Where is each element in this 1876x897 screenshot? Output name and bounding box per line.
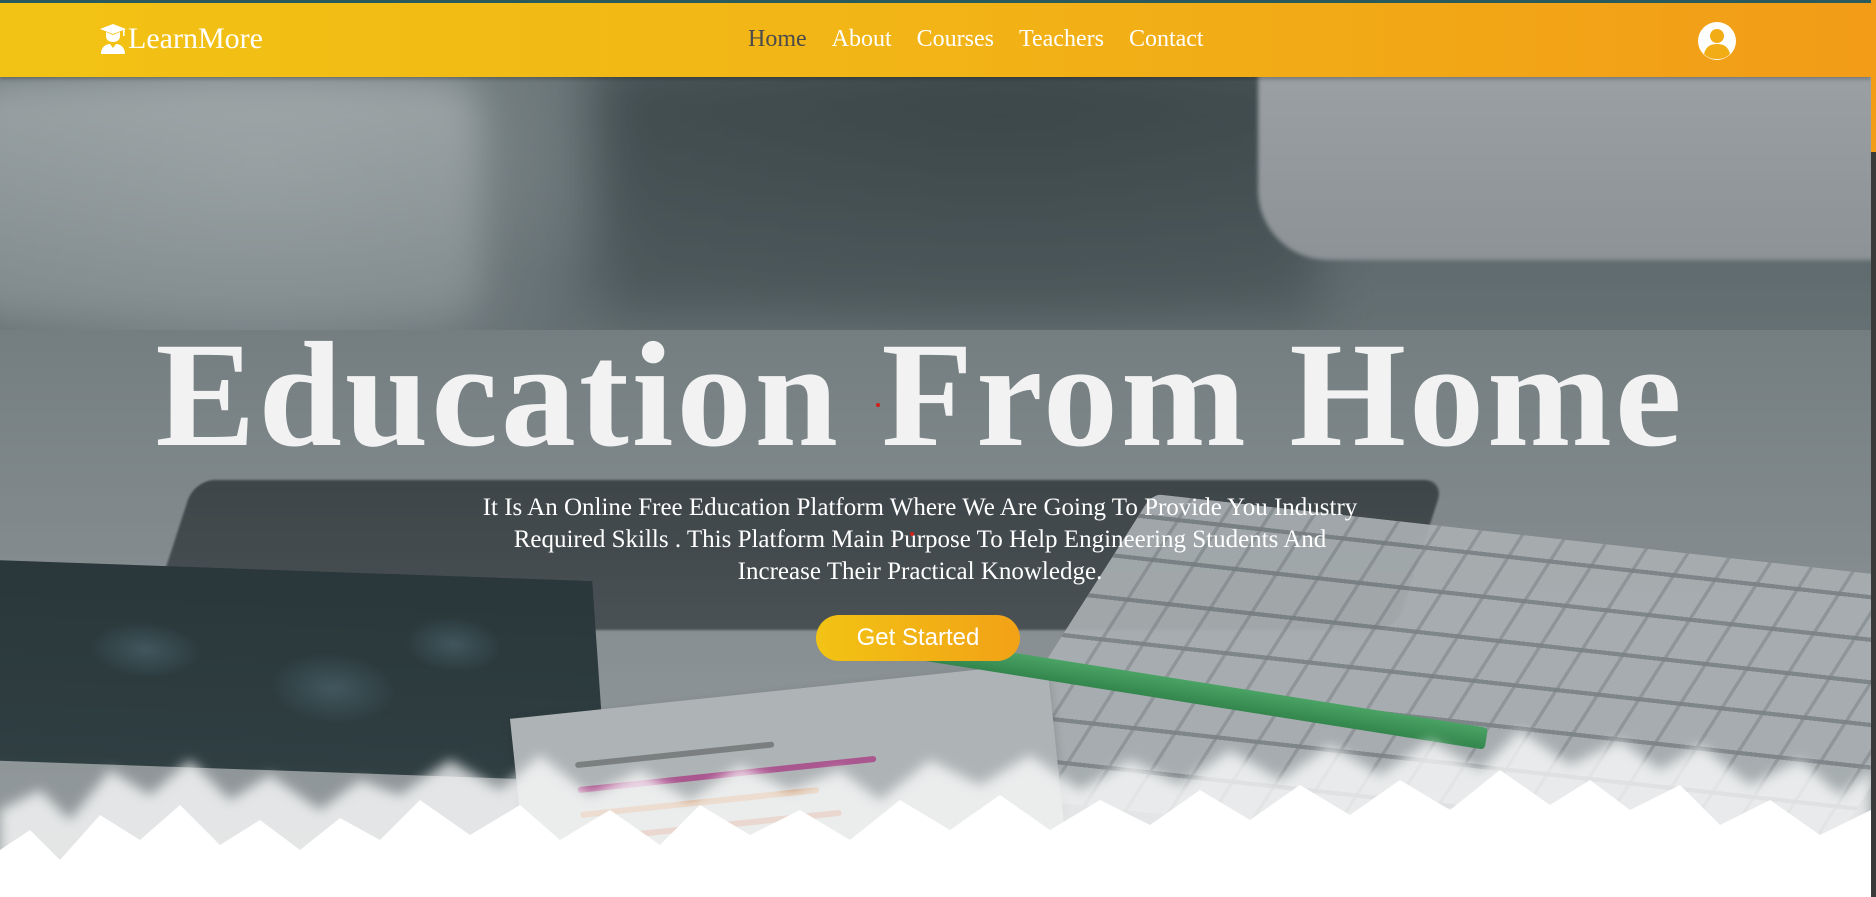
main-nav: Home About Courses Teachers Contact	[748, 26, 1229, 53]
navbar: LearnMore Home About Courses Teachers Co…	[0, 3, 1871, 77]
get-started-button[interactable]: Get Started	[816, 615, 1020, 661]
brand-logo[interactable]: LearnMore	[99, 20, 263, 58]
cursor-dot	[876, 403, 880, 407]
scrollbar-thumb[interactable]	[1871, 0, 1876, 152]
brand-name: LearnMore	[128, 22, 263, 55]
user-circle-icon[interactable]	[1697, 21, 1737, 61]
top-border	[0, 0, 1876, 3]
nav-contact[interactable]: Contact	[1129, 26, 1204, 53]
torn-paper-edge	[0, 730, 1871, 897]
hero-title: Education From Home	[155, 312, 1685, 478]
scrollbar-track[interactable]	[1871, 152, 1876, 897]
hero-subtitle: It Is An Online Free Education Platform …	[482, 494, 1358, 585]
nav-home[interactable]: Home	[748, 26, 807, 53]
nav-courses[interactable]: Courses	[917, 26, 994, 53]
graduate-icon	[100, 24, 126, 54]
cursor-dot	[910, 532, 914, 536]
nav-about[interactable]: About	[832, 26, 892, 53]
nav-teachers[interactable]: Teachers	[1019, 26, 1104, 53]
